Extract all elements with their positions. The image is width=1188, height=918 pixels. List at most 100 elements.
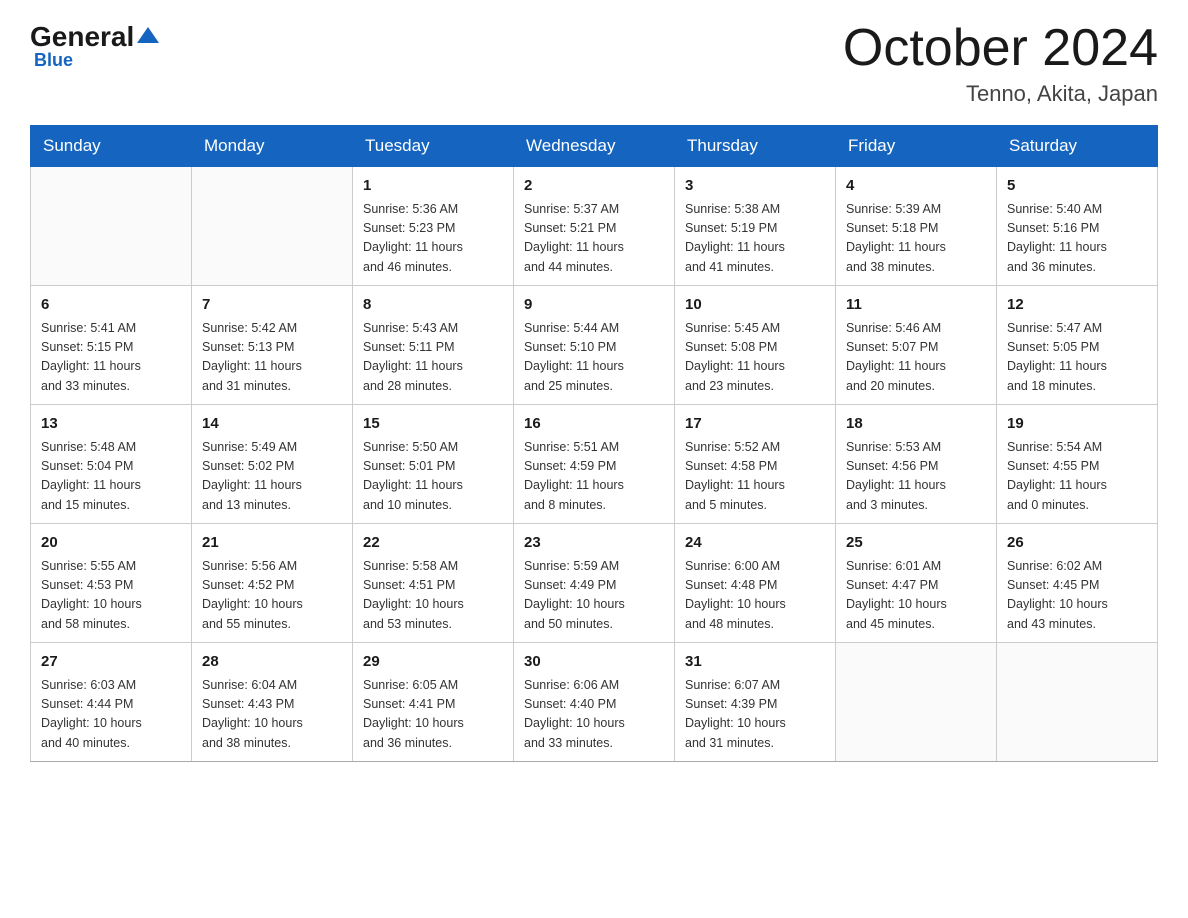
day-info: Sunrise: 5:37 AM Sunset: 5:21 PM Dayligh…	[524, 200, 664, 278]
day-info: Sunrise: 5:59 AM Sunset: 4:49 PM Dayligh…	[524, 557, 664, 635]
calendar-cell	[836, 643, 997, 762]
day-info: Sunrise: 5:38 AM Sunset: 5:19 PM Dayligh…	[685, 200, 825, 278]
day-number: 21	[202, 532, 342, 555]
day-info: Sunrise: 5:51 AM Sunset: 4:59 PM Dayligh…	[524, 438, 664, 516]
calendar-cell: 12Sunrise: 5:47 AM Sunset: 5:05 PM Dayli…	[997, 286, 1158, 405]
calendar-cell: 21Sunrise: 5:56 AM Sunset: 4:52 PM Dayli…	[192, 524, 353, 643]
weekday-header-monday: Monday	[192, 126, 353, 167]
day-info: Sunrise: 5:50 AM Sunset: 5:01 PM Dayligh…	[363, 438, 503, 516]
day-number: 1	[363, 175, 503, 198]
calendar-cell: 7Sunrise: 5:42 AM Sunset: 5:13 PM Daylig…	[192, 286, 353, 405]
day-info: Sunrise: 5:41 AM Sunset: 5:15 PM Dayligh…	[41, 319, 181, 397]
calendar-cell: 3Sunrise: 5:38 AM Sunset: 5:19 PM Daylig…	[675, 167, 836, 286]
day-number: 8	[363, 294, 503, 317]
day-number: 27	[41, 651, 181, 674]
subtitle: Tenno, Akita, Japan	[843, 81, 1158, 107]
day-number: 4	[846, 175, 986, 198]
calendar-cell: 22Sunrise: 5:58 AM Sunset: 4:51 PM Dayli…	[353, 524, 514, 643]
logo-area: General Blue	[30, 20, 159, 71]
weekday-header-row: SundayMondayTuesdayWednesdayThursdayFrid…	[31, 126, 1158, 167]
title-area: October 2024 Tenno, Akita, Japan	[843, 20, 1158, 107]
day-info: Sunrise: 5:55 AM Sunset: 4:53 PM Dayligh…	[41, 557, 181, 635]
day-number: 30	[524, 651, 664, 674]
day-number: 20	[41, 532, 181, 555]
day-number: 19	[1007, 413, 1147, 436]
weekday-header-tuesday: Tuesday	[353, 126, 514, 167]
day-number: 2	[524, 175, 664, 198]
day-info: Sunrise: 6:07 AM Sunset: 4:39 PM Dayligh…	[685, 676, 825, 754]
day-info: Sunrise: 6:01 AM Sunset: 4:47 PM Dayligh…	[846, 557, 986, 635]
calendar-cell: 17Sunrise: 5:52 AM Sunset: 4:58 PM Dayli…	[675, 405, 836, 524]
day-number: 31	[685, 651, 825, 674]
day-number: 14	[202, 413, 342, 436]
day-number: 15	[363, 413, 503, 436]
day-info: Sunrise: 6:02 AM Sunset: 4:45 PM Dayligh…	[1007, 557, 1147, 635]
day-number: 7	[202, 294, 342, 317]
calendar-cell: 30Sunrise: 6:06 AM Sunset: 4:40 PM Dayli…	[514, 643, 675, 762]
day-number: 17	[685, 413, 825, 436]
logo-blue-text: Blue	[34, 50, 73, 71]
day-info: Sunrise: 5:48 AM Sunset: 5:04 PM Dayligh…	[41, 438, 181, 516]
day-info: Sunrise: 5:45 AM Sunset: 5:08 PM Dayligh…	[685, 319, 825, 397]
week-row-1: 1Sunrise: 5:36 AM Sunset: 5:23 PM Daylig…	[31, 167, 1158, 286]
day-info: Sunrise: 5:47 AM Sunset: 5:05 PM Dayligh…	[1007, 319, 1147, 397]
calendar-cell: 25Sunrise: 6:01 AM Sunset: 4:47 PM Dayli…	[836, 524, 997, 643]
day-info: Sunrise: 6:00 AM Sunset: 4:48 PM Dayligh…	[685, 557, 825, 635]
calendar-cell: 2Sunrise: 5:37 AM Sunset: 5:21 PM Daylig…	[514, 167, 675, 286]
day-number: 10	[685, 294, 825, 317]
day-info: Sunrise: 6:06 AM Sunset: 4:40 PM Dayligh…	[524, 676, 664, 754]
day-info: Sunrise: 5:49 AM Sunset: 5:02 PM Dayligh…	[202, 438, 342, 516]
day-number: 26	[1007, 532, 1147, 555]
calendar-cell: 10Sunrise: 5:45 AM Sunset: 5:08 PM Dayli…	[675, 286, 836, 405]
day-info: Sunrise: 5:46 AM Sunset: 5:07 PM Dayligh…	[846, 319, 986, 397]
calendar-cell: 18Sunrise: 5:53 AM Sunset: 4:56 PM Dayli…	[836, 405, 997, 524]
weekday-header-saturday: Saturday	[997, 126, 1158, 167]
calendar-cell: 20Sunrise: 5:55 AM Sunset: 4:53 PM Dayli…	[31, 524, 192, 643]
weekday-header-wednesday: Wednesday	[514, 126, 675, 167]
day-number: 13	[41, 413, 181, 436]
calendar-cell: 19Sunrise: 5:54 AM Sunset: 4:55 PM Dayli…	[997, 405, 1158, 524]
calendar-cell: 28Sunrise: 6:04 AM Sunset: 4:43 PM Dayli…	[192, 643, 353, 762]
page-title: October 2024	[843, 20, 1158, 77]
calendar-cell: 13Sunrise: 5:48 AM Sunset: 5:04 PM Dayli…	[31, 405, 192, 524]
calendar-cell: 14Sunrise: 5:49 AM Sunset: 5:02 PM Dayli…	[192, 405, 353, 524]
day-info: Sunrise: 5:40 AM Sunset: 5:16 PM Dayligh…	[1007, 200, 1147, 278]
logo-flag-icon	[137, 22, 159, 54]
week-row-2: 6Sunrise: 5:41 AM Sunset: 5:15 PM Daylig…	[31, 286, 1158, 405]
calendar-cell: 11Sunrise: 5:46 AM Sunset: 5:07 PM Dayli…	[836, 286, 997, 405]
calendar-cell: 9Sunrise: 5:44 AM Sunset: 5:10 PM Daylig…	[514, 286, 675, 405]
day-number: 9	[524, 294, 664, 317]
week-row-5: 27Sunrise: 6:03 AM Sunset: 4:44 PM Dayli…	[31, 643, 1158, 762]
week-row-4: 20Sunrise: 5:55 AM Sunset: 4:53 PM Dayli…	[31, 524, 1158, 643]
calendar-cell: 27Sunrise: 6:03 AM Sunset: 4:44 PM Dayli…	[31, 643, 192, 762]
day-number: 24	[685, 532, 825, 555]
day-number: 12	[1007, 294, 1147, 317]
weekday-header-thursday: Thursday	[675, 126, 836, 167]
day-number: 23	[524, 532, 664, 555]
day-info: Sunrise: 5:43 AM Sunset: 5:11 PM Dayligh…	[363, 319, 503, 397]
day-number: 3	[685, 175, 825, 198]
calendar-cell: 15Sunrise: 5:50 AM Sunset: 5:01 PM Dayli…	[353, 405, 514, 524]
day-number: 29	[363, 651, 503, 674]
day-info: Sunrise: 5:53 AM Sunset: 4:56 PM Dayligh…	[846, 438, 986, 516]
calendar-cell: 1Sunrise: 5:36 AM Sunset: 5:23 PM Daylig…	[353, 167, 514, 286]
logo-general-text: General	[30, 21, 134, 53]
calendar-table: SundayMondayTuesdayWednesdayThursdayFrid…	[30, 125, 1158, 762]
day-number: 22	[363, 532, 503, 555]
day-info: Sunrise: 5:58 AM Sunset: 4:51 PM Dayligh…	[363, 557, 503, 635]
weekday-header-friday: Friday	[836, 126, 997, 167]
day-info: Sunrise: 5:42 AM Sunset: 5:13 PM Dayligh…	[202, 319, 342, 397]
calendar-cell: 31Sunrise: 6:07 AM Sunset: 4:39 PM Dayli…	[675, 643, 836, 762]
day-number: 16	[524, 413, 664, 436]
day-info: Sunrise: 5:52 AM Sunset: 4:58 PM Dayligh…	[685, 438, 825, 516]
day-info: Sunrise: 5:56 AM Sunset: 4:52 PM Dayligh…	[202, 557, 342, 635]
day-number: 28	[202, 651, 342, 674]
day-info: Sunrise: 5:44 AM Sunset: 5:10 PM Dayligh…	[524, 319, 664, 397]
week-row-3: 13Sunrise: 5:48 AM Sunset: 5:04 PM Dayli…	[31, 405, 1158, 524]
day-number: 6	[41, 294, 181, 317]
calendar-cell	[192, 167, 353, 286]
calendar-cell	[997, 643, 1158, 762]
calendar-cell: 26Sunrise: 6:02 AM Sunset: 4:45 PM Dayli…	[997, 524, 1158, 643]
day-info: Sunrise: 5:36 AM Sunset: 5:23 PM Dayligh…	[363, 200, 503, 278]
day-number: 11	[846, 294, 986, 317]
